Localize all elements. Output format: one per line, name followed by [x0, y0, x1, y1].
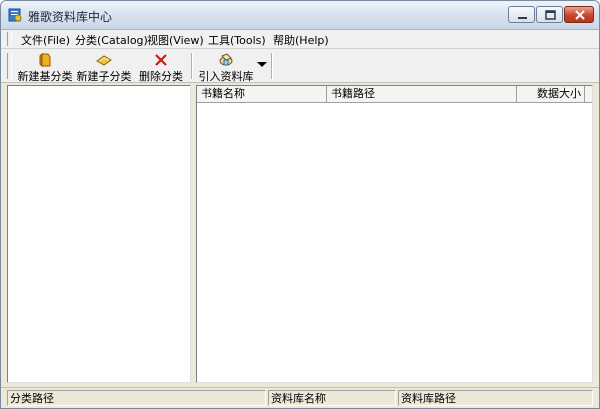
new-root-category-icon — [39, 52, 51, 68]
new-subcategory-button[interactable]: 新建子分类 — [76, 50, 132, 83]
new-root-category-button[interactable]: 新建基分类 — [17, 50, 73, 83]
minimize-button[interactable] — [508, 6, 535, 23]
import-library-label: 引入资料库 — [198, 70, 254, 83]
maximize-button[interactable] — [536, 6, 563, 23]
delete-category-button[interactable]: 删除分类 — [137, 50, 185, 83]
menu-file[interactable]: 文件(File) — [21, 32, 70, 48]
new-subcategory-icon — [96, 55, 112, 66]
app-book-icon — [8, 8, 22, 22]
delete-icon — [155, 54, 167, 66]
menu-tools[interactable]: 工具(Tools) — [208, 32, 266, 48]
window-title: 雅歌资料库中心 — [28, 10, 113, 24]
menu-grip[interactable] — [7, 32, 12, 46]
import-library-button[interactable]: 引入资料库 — [197, 50, 255, 83]
new-root-category-label: 新建基分类 — [17, 70, 73, 83]
maximize-icon — [545, 10, 556, 20]
status-bar: 分类路径 资料库名称 资料库路径 — [1, 387, 599, 408]
column-book-path[interactable]: 书籍路径 — [327, 86, 517, 102]
minimize-icon — [518, 17, 527, 19]
category-tree[interactable] — [7, 85, 191, 383]
toolbar-separator-2 — [271, 53, 273, 79]
menu-view[interactable]: 视图(View) — [147, 32, 204, 48]
status-category-path: 分类路径 — [7, 390, 266, 406]
status-library-path: 资料库路径 — [398, 390, 593, 406]
toolbar-separator — [191, 53, 193, 79]
book-list[interactable]: 书籍名称 书籍路径 数据大小 — [196, 85, 593, 383]
content-area: 书籍名称 书籍路径 数据大小 — [1, 83, 599, 385]
import-dropdown-arrow-icon[interactable] — [257, 62, 267, 67]
close-icon — [575, 10, 585, 20]
toolbar: 新建基分类 新建子分类 删除分类 引入资料库 — [1, 49, 599, 83]
column-data-size[interactable]: 数据大小 — [517, 86, 585, 102]
status-library-name: 资料库名称 — [268, 390, 396, 406]
menu-bar: 文件(File) 分类(Catalog) 视图(View) 工具(Tools) … — [1, 30, 599, 49]
import-library-icon — [219, 53, 233, 66]
column-book-name[interactable]: 书籍名称 — [197, 86, 327, 102]
new-subcategory-label: 新建子分类 — [76, 70, 132, 83]
menu-catalog[interactable]: 分类(Catalog) — [75, 32, 148, 48]
title-bar[interactable]: 雅歌资料库中心 — [1, 1, 599, 30]
close-button[interactable] — [564, 6, 594, 23]
app-window: 雅歌资料库中心 文件(File) 分类(Catalog) 视图(View) 工具… — [0, 0, 600, 409]
menu-help[interactable]: 帮助(Help) — [273, 32, 329, 48]
delete-category-label: 删除分类 — [139, 70, 183, 83]
toolbar-grip[interactable] — [7, 53, 12, 79]
list-header: 书籍名称 书籍路径 数据大小 — [197, 86, 592, 103]
